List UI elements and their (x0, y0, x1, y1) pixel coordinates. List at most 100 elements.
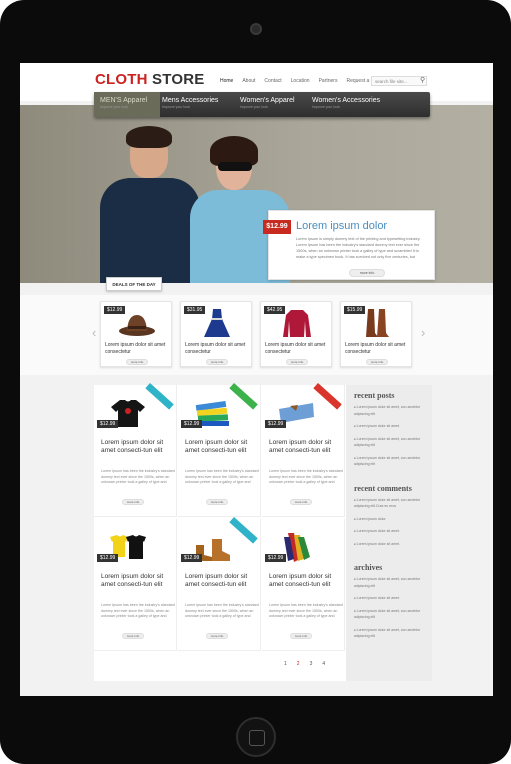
product-title: Lorem ipsum dolor sit amet consecti-tun … (269, 439, 332, 454)
product-card[interactable]: $12.99 Lorem ipsum dolor sit amet consec… (178, 517, 261, 651)
product-price: $12.99 (265, 554, 287, 562)
list-item[interactable]: Lorem ipsum dolor sit amet, con-sectetur… (354, 608, 432, 621)
logo-part1: CLOTH (95, 71, 148, 88)
promo-price-tag: $12.99 (263, 220, 291, 234)
product-card[interactable]: $12.99 Lorem ipsum dolor sit amet consec… (94, 519, 177, 651)
product-price: $12.99 (181, 554, 203, 562)
product-title: Lorem ipsum dolor sit amet consecti-tun … (101, 573, 164, 588)
category-mens-apparel[interactable]: MEN'S Apparel Improve your look (94, 92, 160, 117)
page-2-link[interactable]: 2 (297, 661, 300, 667)
category-label: Mens Accessories (162, 97, 219, 104)
product-price: $12.99 (265, 420, 287, 428)
product-text: Lorem Ipsum has been the industry's stan… (269, 603, 343, 618)
category-bar: MEN'S Apparel Improve your look Mens Acce… (94, 92, 430, 117)
deal-card[interactable]: $15.99 Lorem ipsum dolor sit amet consec… (340, 301, 412, 367)
product-grid: $12.99 Lorem ipsum dolor sit amet consec… (94, 383, 346, 681)
deal-text: Lorem ipsum dolor sit amet consectetur (185, 342, 246, 355)
search-icon[interactable]: ⚲ (420, 76, 425, 84)
list-item[interactable]: Lorem ipsum dolor sit amet, con-sectetur… (354, 436, 432, 449)
ribbon-icon (229, 517, 258, 544)
category-label: Women's Accessories (312, 97, 381, 104)
list-item[interactable]: Lorem ipsum dolor sit amet, con-sectetur… (354, 627, 432, 640)
product-text: Lorem Ipsum has been the industry's stan… (101, 469, 175, 484)
list-item[interactable]: Lorem ipsum dolor (354, 516, 432, 523)
deal-more-info-button[interactable]: more info (126, 359, 148, 365)
deal-more-info-button[interactable]: more info (366, 359, 388, 365)
deal-card[interactable]: $12.99 Lorem ipsum dolor sit amet consec… (100, 301, 172, 367)
boots-icon (366, 309, 389, 337)
category-sub: Improve your look (240, 105, 268, 109)
product-title: Lorem ipsum dolor sit amet consecti-tun … (185, 573, 248, 588)
page-4-link[interactable]: 4 (322, 661, 325, 667)
deal-text: Lorem ipsum dolor sit amet consectetur (105, 342, 166, 355)
product-card[interactable]: $12.99 Lorem ipsum dolor sit amet consec… (262, 519, 345, 651)
home-button[interactable] (236, 717, 276, 757)
product-more-info-button[interactable]: more info (206, 633, 228, 639)
product-title: Lorem ipsum dolor sit amet consecti-tun … (101, 439, 164, 454)
product-price: $12.99 (181, 420, 203, 428)
deal-more-info-button[interactable]: more info (286, 359, 308, 365)
deals-of-the-day-label: DEALS OF THE DAY (106, 277, 162, 291)
sweater-icon (283, 310, 311, 337)
list-item[interactable]: Lorem ipsum dolor sit amet. (354, 595, 432, 602)
deal-text: Lorem ipsum dolor sit amet consectetur (345, 342, 406, 355)
deal-more-info-button[interactable]: more info (206, 359, 228, 365)
nav-home[interactable]: Home (220, 78, 233, 84)
category-sub: Improve your look (312, 105, 340, 109)
deal-text: Lorem ipsum dolor sit amet consectetur (265, 342, 326, 355)
list-item[interactable]: Lorem ipsum dolor sit amet. (354, 528, 432, 535)
category-womens-accessories[interactable]: Women's Accessories Improve your look (312, 92, 392, 117)
dress-icon (204, 309, 230, 337)
deal-card[interactable]: $42.95 Lorem ipsum dolor sit amet consec… (260, 301, 332, 367)
nav-partners[interactable]: Partners (319, 78, 338, 84)
search-input[interactable]: search file site... (371, 76, 427, 86)
category-sub: Improve your look (162, 105, 190, 109)
top-nav: Home About Contact Location Partners Req… (220, 78, 384, 84)
product-text: Lorem Ipsum has been the industry's stan… (101, 603, 175, 618)
archives-heading: archives (354, 563, 383, 572)
sidebar: recent posts Lorem ipsum dolor sit amet,… (346, 385, 432, 681)
next-arrow-icon[interactable]: › (421, 325, 425, 340)
category-label: Women's Apparel (240, 97, 295, 104)
product-price: $12.99 (97, 554, 119, 562)
recent-comments-heading: recent comments (354, 483, 412, 493)
list-item[interactable]: Lorem ipsum dolor sit amet, con-sectetur… (354, 455, 432, 468)
product-more-info-button[interactable]: more info (206, 499, 228, 505)
promo-text: Lorem Ipsum is simply dummy text of the … (296, 237, 421, 259)
logo-part2: STORE (152, 71, 205, 88)
deals-section: ‹ › $12.99 Lorem ipsum dolor sit amet co… (20, 295, 493, 375)
nav-contact[interactable]: Contact (264, 78, 281, 84)
list-item[interactable]: Lorem ipsum dolor sit amet, con-sectetur… (354, 497, 432, 510)
list-item[interactable]: Lorem ipsum dolor sit amet. (354, 541, 432, 548)
product-price: $12.99 (97, 420, 119, 428)
deal-card[interactable]: $31.95 Lorem ipsum dolor sit amet consec… (180, 301, 252, 367)
product-card[interactable]: $12.99 Lorem ipsum dolor sit amet consec… (178, 383, 261, 517)
list-item[interactable]: Lorem ipsum dolor sit amet. (354, 423, 432, 430)
product-card[interactable]: $12.99 Lorem ipsum dolor sit amet consec… (94, 383, 177, 517)
site-logo[interactable]: CLOTH STORE (95, 71, 204, 88)
archives-list: Lorem ipsum dolor sit amet, con-sectetur… (354, 576, 432, 640)
product-title: Lorem ipsum dolor sit amet consecti-tun … (269, 573, 332, 588)
recent-posts-list: Lorem ipsum dolor sit amet, con-sectetur… (354, 404, 432, 468)
ribbon-icon (313, 383, 342, 410)
camera-icon (250, 23, 262, 35)
hero-promo-box: $12.99 Lorem ipsum dolor Lorem Ipsum is … (263, 210, 435, 280)
product-more-info-button[interactable]: more info (122, 633, 144, 639)
promo-more-info-button[interactable]: more info (349, 269, 385, 277)
prev-arrow-icon[interactable]: ‹ (92, 325, 96, 340)
recent-comments-list: Lorem ipsum dolor sit amet, con-sectetur… (354, 497, 432, 548)
page-1-link[interactable]: 1 (284, 661, 287, 667)
product-more-info-button[interactable]: more info (290, 633, 312, 639)
list-item[interactable]: Lorem ipsum dolor sit amet, con-sectetur… (354, 404, 432, 417)
page-3-link[interactable]: 3 (310, 661, 313, 667)
nav-about[interactable]: About (242, 78, 255, 84)
nav-location[interactable]: Location (291, 78, 310, 84)
product-more-info-button[interactable]: more info (290, 499, 312, 505)
product-text: Lorem Ipsum has been the industry's stan… (185, 603, 259, 618)
category-womens-apparel[interactable]: Women's Apparel Improve your look (240, 92, 312, 117)
category-mens-accessories[interactable]: Mens Accessories Improve your look (162, 92, 234, 117)
product-title: Lorem ipsum dolor sit amet consecti-tun … (185, 439, 248, 454)
product-more-info-button[interactable]: more info (122, 499, 144, 505)
list-item[interactable]: Lorem ipsum dolor sit amet, con-sectetur… (354, 576, 432, 589)
product-card[interactable]: $12.99 Lorem ipsum dolor sit amet consec… (262, 383, 345, 517)
